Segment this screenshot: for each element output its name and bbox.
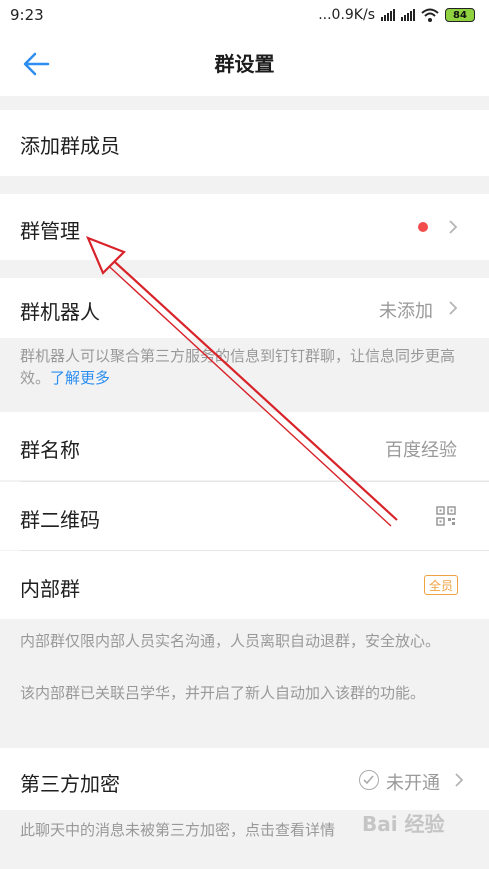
group-name-value: 百度经验 (385, 440, 457, 461)
status-icons: ...0.9K/s 84 (318, 7, 475, 23)
internal-group-row[interactable]: 内部群 全员 (0, 551, 489, 619)
chevron-right-icon (449, 220, 458, 234)
group-manage-row[interactable]: 群管理 (0, 194, 489, 260)
battery-icon: 84 (445, 8, 475, 22)
status-bar: 9:23 ...0.9K/s 84 (0, 0, 489, 30)
watermark-logo: Bai 经验 (362, 812, 445, 836)
robot-description: 群机器人可以聚合第三方服务的信息到钉钉群聊，让信息同步更高效。了解更多 (20, 345, 472, 389)
group-name-row[interactable]: 群名称 百度经验 (0, 412, 489, 480)
third-party-encrypt-row[interactable]: 第三方加密 未开通 (0, 748, 489, 810)
group-robot-row[interactable]: 群机器人 未添加 (0, 278, 489, 338)
all-members-badge: 全员 (424, 575, 459, 595)
nav-bar: 群设置 (0, 30, 489, 96)
wifi-icon (421, 8, 439, 22)
status-time: 9:23 (10, 6, 44, 24)
third-party-encrypt-label: 第三方加密 (20, 772, 120, 796)
third-party-encrypt-value: 未开通 (386, 773, 440, 794)
internal-desc-1: 内部群仅限内部人员实名沟通，人员离职自动退群，安全放心。 (20, 632, 441, 650)
learn-more-link[interactable]: 了解更多 (50, 369, 110, 387)
page-title: 群设置 (214, 52, 275, 76)
group-robot-label: 群机器人 (20, 300, 100, 324)
signal-icon (381, 9, 395, 21)
notification-dot (418, 222, 428, 232)
group-robot-value: 未添加 (379, 301, 433, 322)
group-qr-row[interactable]: 群二维码 (0, 482, 489, 550)
internal-desc-2: 该内部群已关联吕学华，并开启了新人自动加入该群的功能。 (20, 684, 426, 702)
add-member-row[interactable]: 添加群成员 (0, 110, 489, 176)
chevron-right-icon (449, 301, 458, 315)
group-name-label: 群名称 (20, 438, 80, 462)
add-member-label: 添加群成员 (20, 134, 120, 158)
group-qr-label: 群二维码 (20, 508, 100, 532)
chevron-right-icon (455, 773, 464, 787)
group-manage-label: 群管理 (20, 219, 80, 243)
check-circle-icon (359, 770, 379, 790)
qr-code-icon (436, 506, 456, 526)
signal-icon-2 (401, 9, 415, 21)
network-speed: ...0.9K/s (318, 7, 375, 23)
internal-group-label: 内部群 (20, 577, 80, 601)
